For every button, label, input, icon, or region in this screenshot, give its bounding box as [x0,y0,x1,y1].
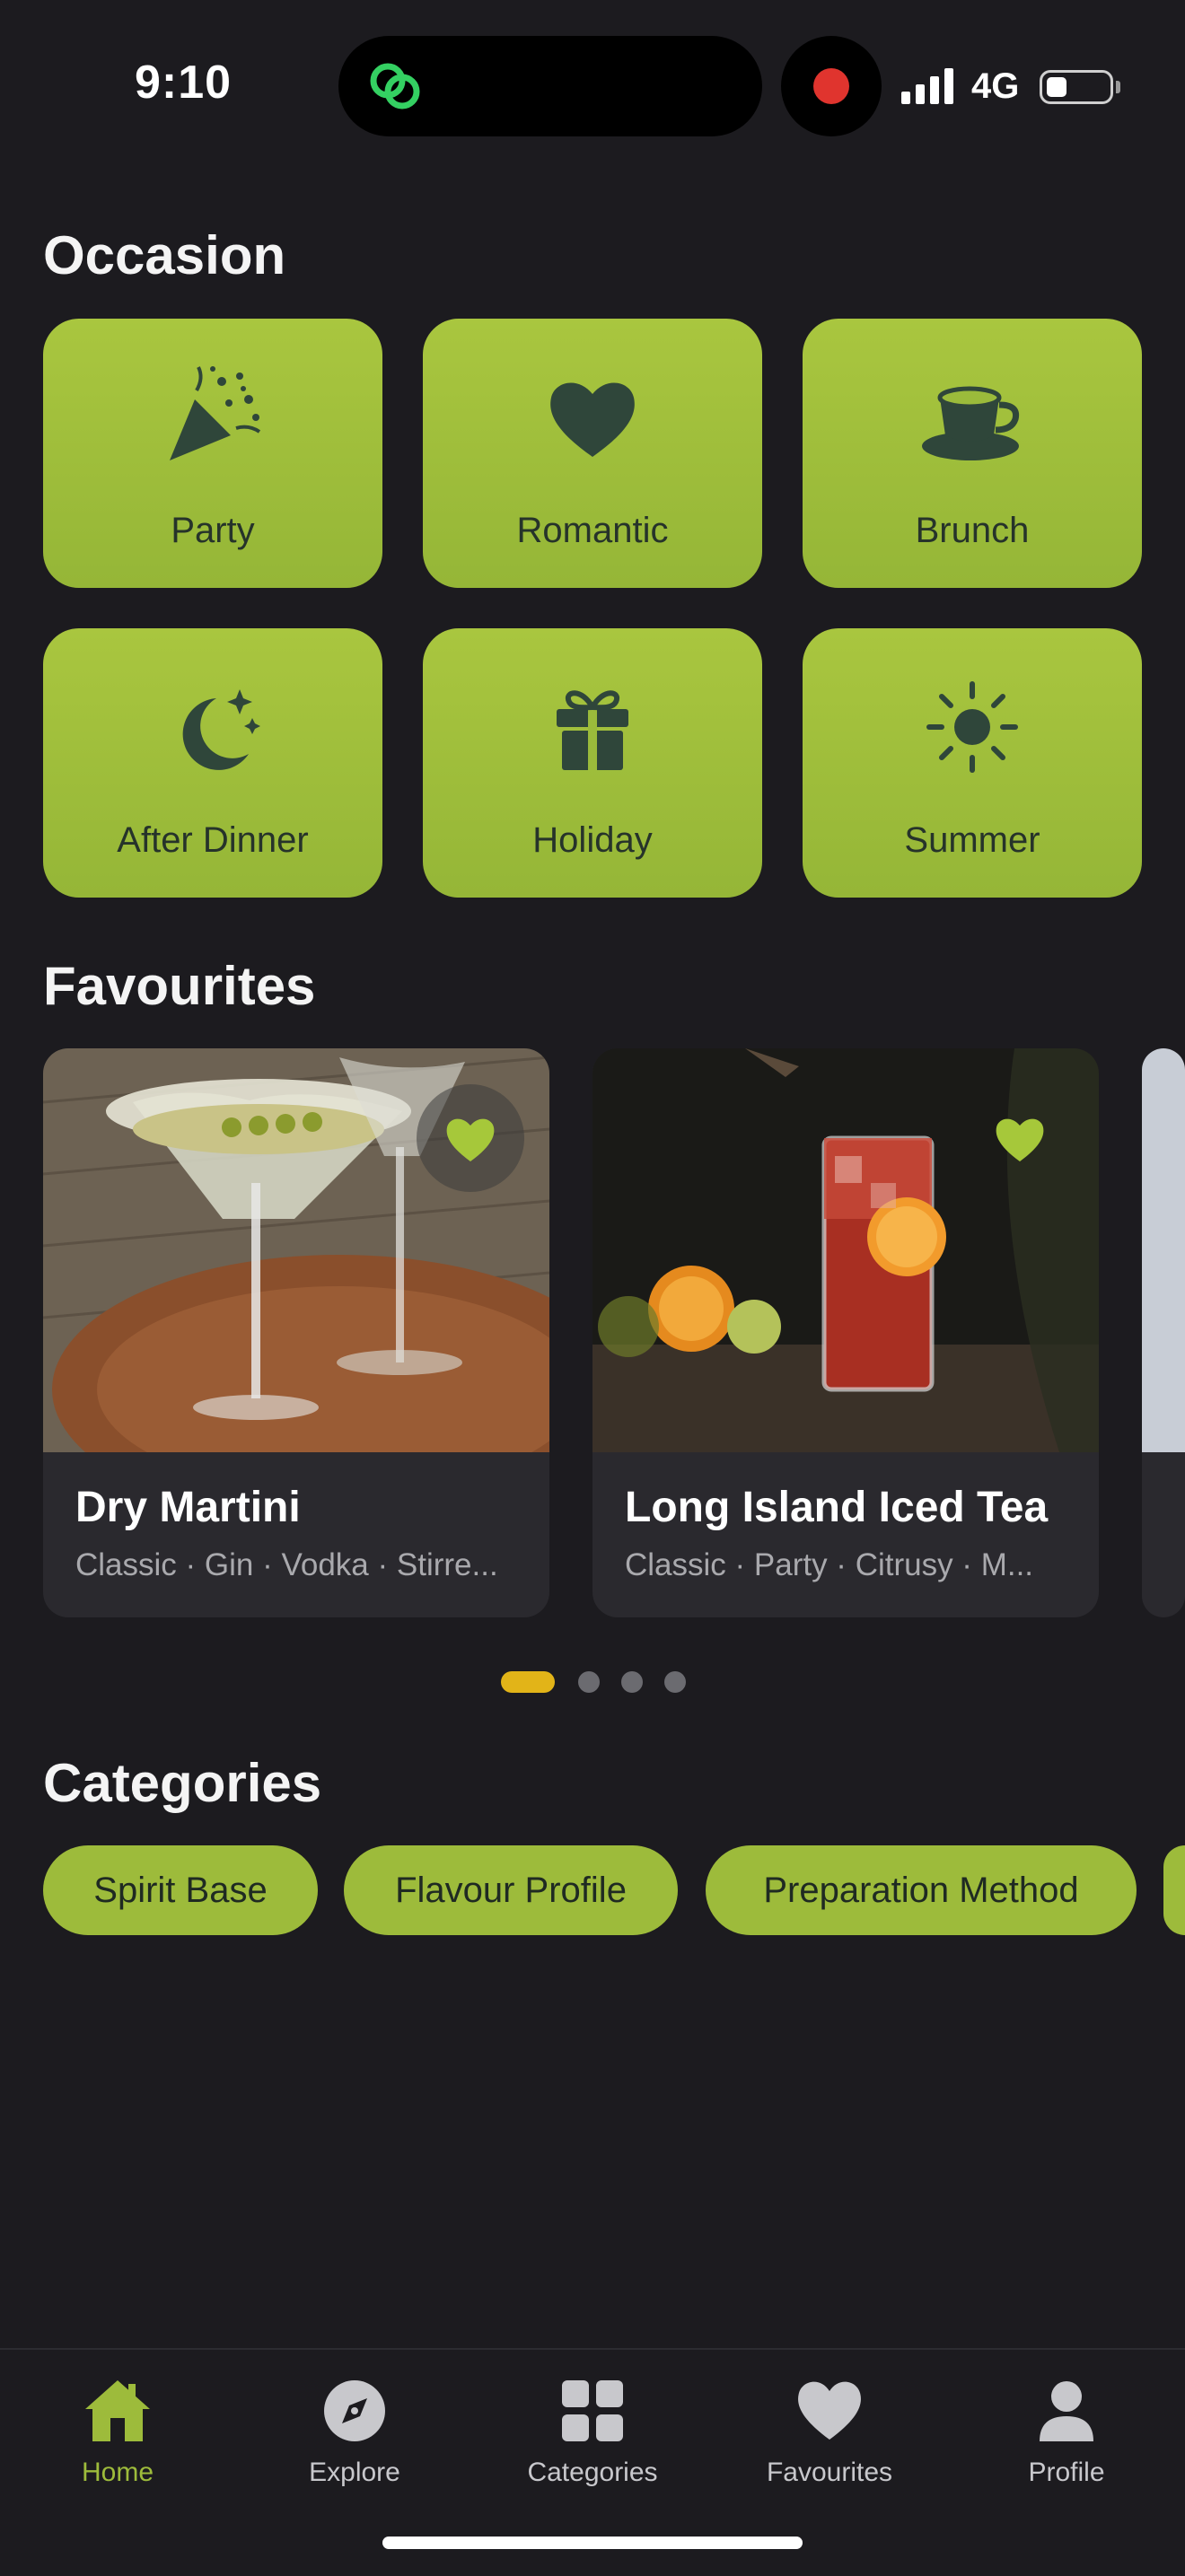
tab-label: Categories [527,2458,658,2487]
battery-cap [1116,81,1120,93]
card-tags: Classic · Gin · Vodka · Stirre... [75,1547,498,1582]
favourite-card-long-island-iced-tea[interactable]: Long Island Iced Tea Classic · Party · C… [592,1048,1099,1617]
network-type: 4G [971,66,1020,106]
tab-favourites[interactable]: Favourites [740,2368,919,2511]
tab-categories[interactable]: Categories [503,2368,682,2511]
home-indicator [382,2537,803,2549]
link-app-icon [370,63,420,110]
tab-label: Explore [309,2458,400,2487]
moon-stars-icon [182,689,260,770]
record-dot-icon [813,68,849,104]
favourites-title: Favourites [43,956,316,1016]
person-icon [1040,2381,1093,2441]
category-chip-spirit-base[interactable]: Spirit Base [43,1845,318,1935]
tab-label: Profile [1028,2458,1105,2487]
tab-label: Favourites [766,2458,893,2487]
cellular-signal-icon [901,68,953,104]
status-time: 9:10 [135,57,233,109]
occasion-tile-party[interactable]: Party [43,319,382,588]
category-chip-preparation-method[interactable]: Preparation Method [706,1845,1137,1935]
tile-label: Brunch [915,511,1030,550]
occasion-tile-summer[interactable]: Summer [803,628,1142,898]
tile-label: Summer [904,820,1040,860]
favourite-card-partial[interactable] [1142,1048,1185,1617]
card-title: Dry Martini [75,1484,301,1531]
partial-card-photo [1142,1048,1185,1452]
occasion-tile-after-dinner[interactable]: After Dinner [43,628,382,898]
category-chip-partial[interactable] [1163,1845,1185,1935]
grid-icon [562,2380,623,2441]
tile-label: After Dinner [117,820,309,860]
favourite-toggle[interactable] [966,1084,1074,1192]
occasion-tile-romantic[interactable]: Romantic [423,319,762,588]
battery-icon [1040,70,1113,104]
page-dot[interactable] [578,1671,600,1693]
heart-filled-icon [446,1118,495,1161]
tile-label: Romantic [516,511,669,550]
card-title: Long Island Iced Tea [625,1484,1049,1531]
page-dot[interactable] [664,1671,686,1693]
favourite-card-dry-martini[interactable]: Dry Martini Classic · Gin · Vodka · Stir… [43,1048,549,1617]
occasion-tile-holiday[interactable]: Holiday [423,628,762,898]
dynamic-island [338,36,762,136]
occasion-title: Occasion [43,225,286,285]
compass-icon [324,2380,385,2441]
occasion-tile-brunch[interactable]: Brunch [803,319,1142,588]
tile-label: Holiday [532,820,653,860]
page-dot-active[interactable] [501,1671,555,1693]
heart-icon [798,2381,861,2440]
gift-icon [557,690,628,770]
tab-label: Home [81,2458,154,2487]
card-tags: Classic · Party · Citrusy · M... [625,1547,1034,1582]
cup-icon [922,386,1020,460]
home-icon [85,2380,150,2441]
tab-explore[interactable]: Explore [265,2368,444,2511]
page-dot[interactable] [621,1671,643,1693]
favourite-toggle[interactable] [417,1084,524,1192]
categories-title: Categories [43,1753,322,1813]
tab-home[interactable]: Home [28,2368,207,2511]
heart-filled-icon [996,1118,1044,1161]
recording-indicator [781,36,882,136]
sun-icon [926,681,1018,773]
heart-icon [550,382,635,457]
category-chip-flavour-profile[interactable]: Flavour Profile [344,1845,678,1935]
party-popper-icon [170,366,261,460]
tab-profile[interactable]: Profile [977,2368,1156,2511]
tile-label: Party [171,511,255,550]
